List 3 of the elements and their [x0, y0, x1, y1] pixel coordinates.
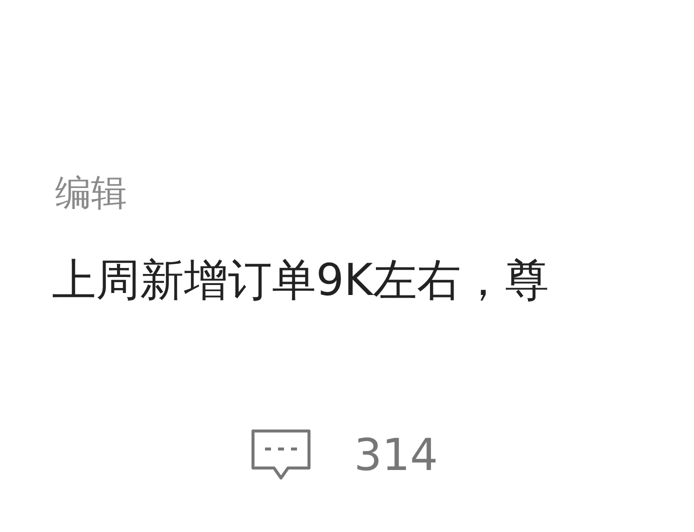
post-text: 上周新增订单9K左右，尊	[52, 254, 549, 308]
comment-count: 314	[354, 430, 438, 482]
edited-label: 编辑	[55, 172, 127, 216]
